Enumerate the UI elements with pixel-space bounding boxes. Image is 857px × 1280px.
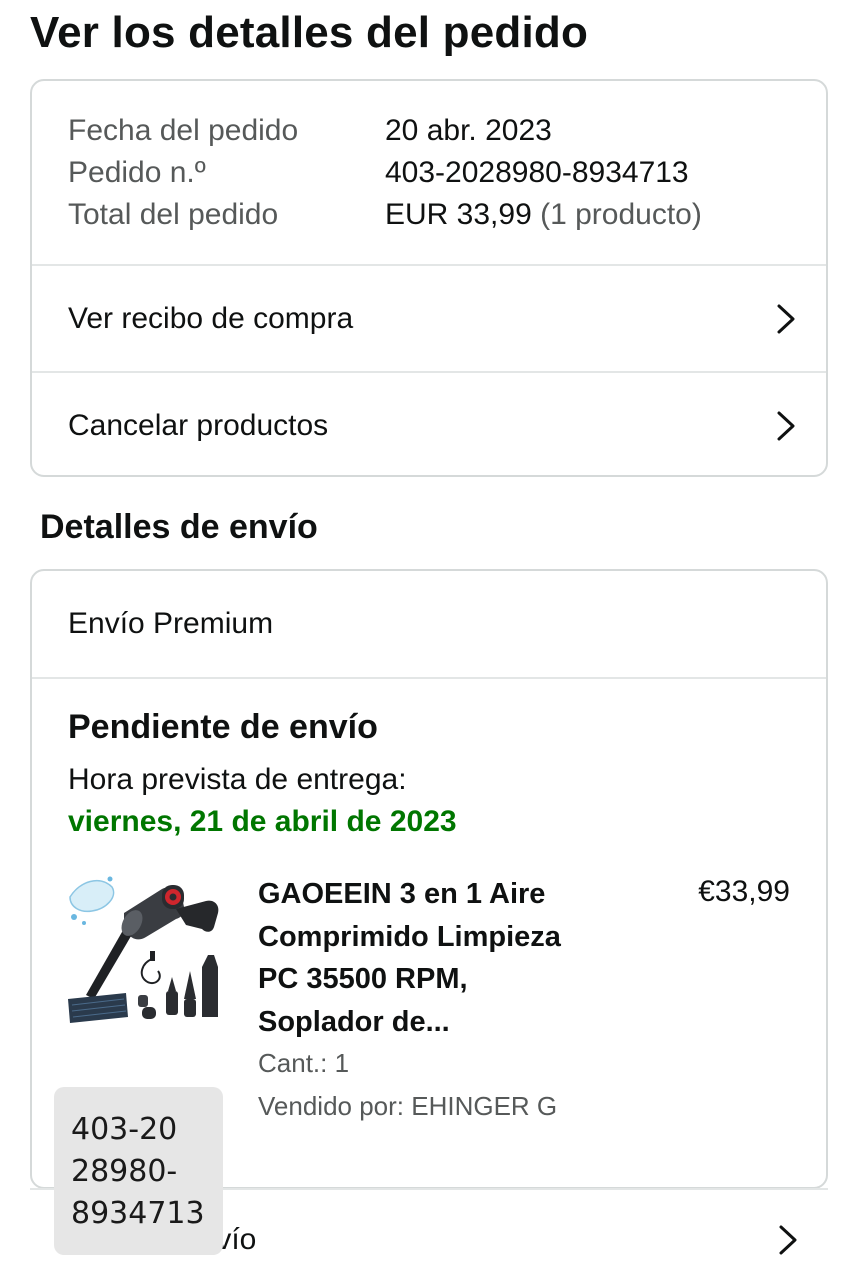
product-price: €33,99 (698, 875, 790, 908)
eta-label: Hora prevista de entrega: (68, 763, 407, 796)
page-title: Ver los detalles del pedido (30, 8, 589, 57)
order-number-value[interactable]: 403-2028980-8934713 (385, 155, 689, 191)
order-summary-card: Fecha del pedido 20 abr. 2023 Pedido n.º… (30, 79, 828, 477)
order-date-value: 20 abr. 2023 (385, 114, 552, 147)
chevron-right-icon (779, 1225, 797, 1255)
product-seller: Vendido por: EHINGER G (258, 1091, 558, 1121)
view-receipt-link[interactable]: Ver recibo de compra (32, 266, 826, 373)
chevron-right-icon (777, 304, 795, 333)
order-details-page: Ver los detalles del pedido Fecha del pe… (0, 0, 857, 1280)
order-total-value: EUR 33,99 (1 producto) (385, 197, 702, 233)
chevron-right-icon (777, 411, 795, 440)
order-total-amount: EUR 33,99 (385, 198, 532, 231)
tooltip-line: 403-20 (71, 1112, 178, 1147)
product-quantity: Cant.: 1 (258, 1048, 350, 1078)
order-number-label: Pedido n.º (68, 156, 206, 189)
order-total-label: Total del pedido (68, 198, 279, 231)
eta-date: viernes, 21 de abril de 2023 (68, 805, 457, 838)
shipping-method: Envío Premium (32, 571, 826, 679)
product-title[interactable]: GAOEEIN 3 en 1 Aire Comprimido Limpieza … (258, 873, 598, 1043)
copied-order-number-tooltip: 403-20 28980- 8934713 (54, 1087, 223, 1255)
air-duster-product-image[interactable] (66, 867, 226, 1029)
cancel-products-label: Cancelar productos (68, 408, 329, 442)
view-receipt-label: Ver recibo de compra (68, 301, 354, 335)
shipment-status: Pendiente de envío (68, 708, 378, 746)
tooltip-line: 28980- (71, 1154, 178, 1189)
shipping-method-label: Envío Premium (68, 607, 274, 640)
cancel-products-link[interactable]: Cancelar productos (32, 373, 826, 478)
tooltip-line: 8934713 (71, 1196, 205, 1231)
order-date-label: Fecha del pedido (68, 114, 299, 147)
order-total-count: (1 producto) (540, 198, 702, 231)
order-summary: Fecha del pedido 20 abr. 2023 Pedido n.º… (32, 81, 826, 266)
shipping-section-title: Detalles de envío (40, 508, 318, 546)
